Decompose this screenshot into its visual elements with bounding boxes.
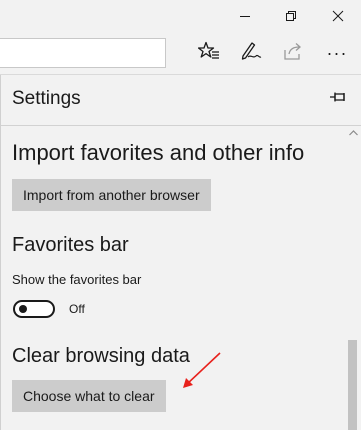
pin-button[interactable]	[327, 88, 349, 110]
window-title-bar	[0, 0, 361, 32]
favorites-bar-toggle[interactable]	[13, 300, 55, 318]
more-icon: ···	[326, 42, 348, 63]
share-icon	[283, 41, 305, 66]
toggle-state-label: Off	[69, 302, 85, 316]
settings-header: Settings	[1, 75, 361, 125]
clear-data-heading: Clear browsing data	[12, 345, 190, 367]
web-note-button[interactable]	[235, 38, 267, 68]
import-heading: Import favorites and other info	[12, 140, 305, 165]
address-bar[interactable]	[0, 38, 166, 68]
close-button[interactable]	[315, 0, 361, 32]
browser-toolbar: ···	[0, 32, 361, 75]
toggle-knob	[19, 305, 27, 313]
scroll-up-arrow-icon[interactable]	[347, 128, 359, 138]
scroll-thumb[interactable]	[348, 340, 357, 430]
favorites-bar-toggle-label: Show the favorites bar	[12, 272, 142, 287]
restore-icon	[285, 10, 297, 22]
pen-note-icon	[240, 41, 262, 66]
close-icon	[332, 10, 344, 22]
import-button[interactable]: Import from another browser	[12, 179, 211, 211]
favorites-hub-button[interactable]	[193, 38, 225, 68]
settings-content: Import favorites and other info Import f…	[1, 126, 343, 430]
minimize-button[interactable]	[222, 0, 268, 32]
choose-what-to-clear-button[interactable]: Choose what to clear	[12, 380, 166, 412]
restore-button[interactable]	[268, 0, 314, 32]
favorites-star-icon	[197, 41, 220, 66]
favorites-bar-heading: Favorites bar	[12, 234, 129, 256]
pin-icon	[329, 90, 347, 108]
settings-title: Settings	[12, 88, 81, 109]
share-button[interactable]	[278, 38, 310, 68]
minimize-icon	[239, 10, 251, 22]
red-arrow-icon	[183, 352, 221, 388]
settings-scrollbar[interactable]	[344, 126, 361, 430]
more-button[interactable]: ···	[321, 38, 353, 68]
